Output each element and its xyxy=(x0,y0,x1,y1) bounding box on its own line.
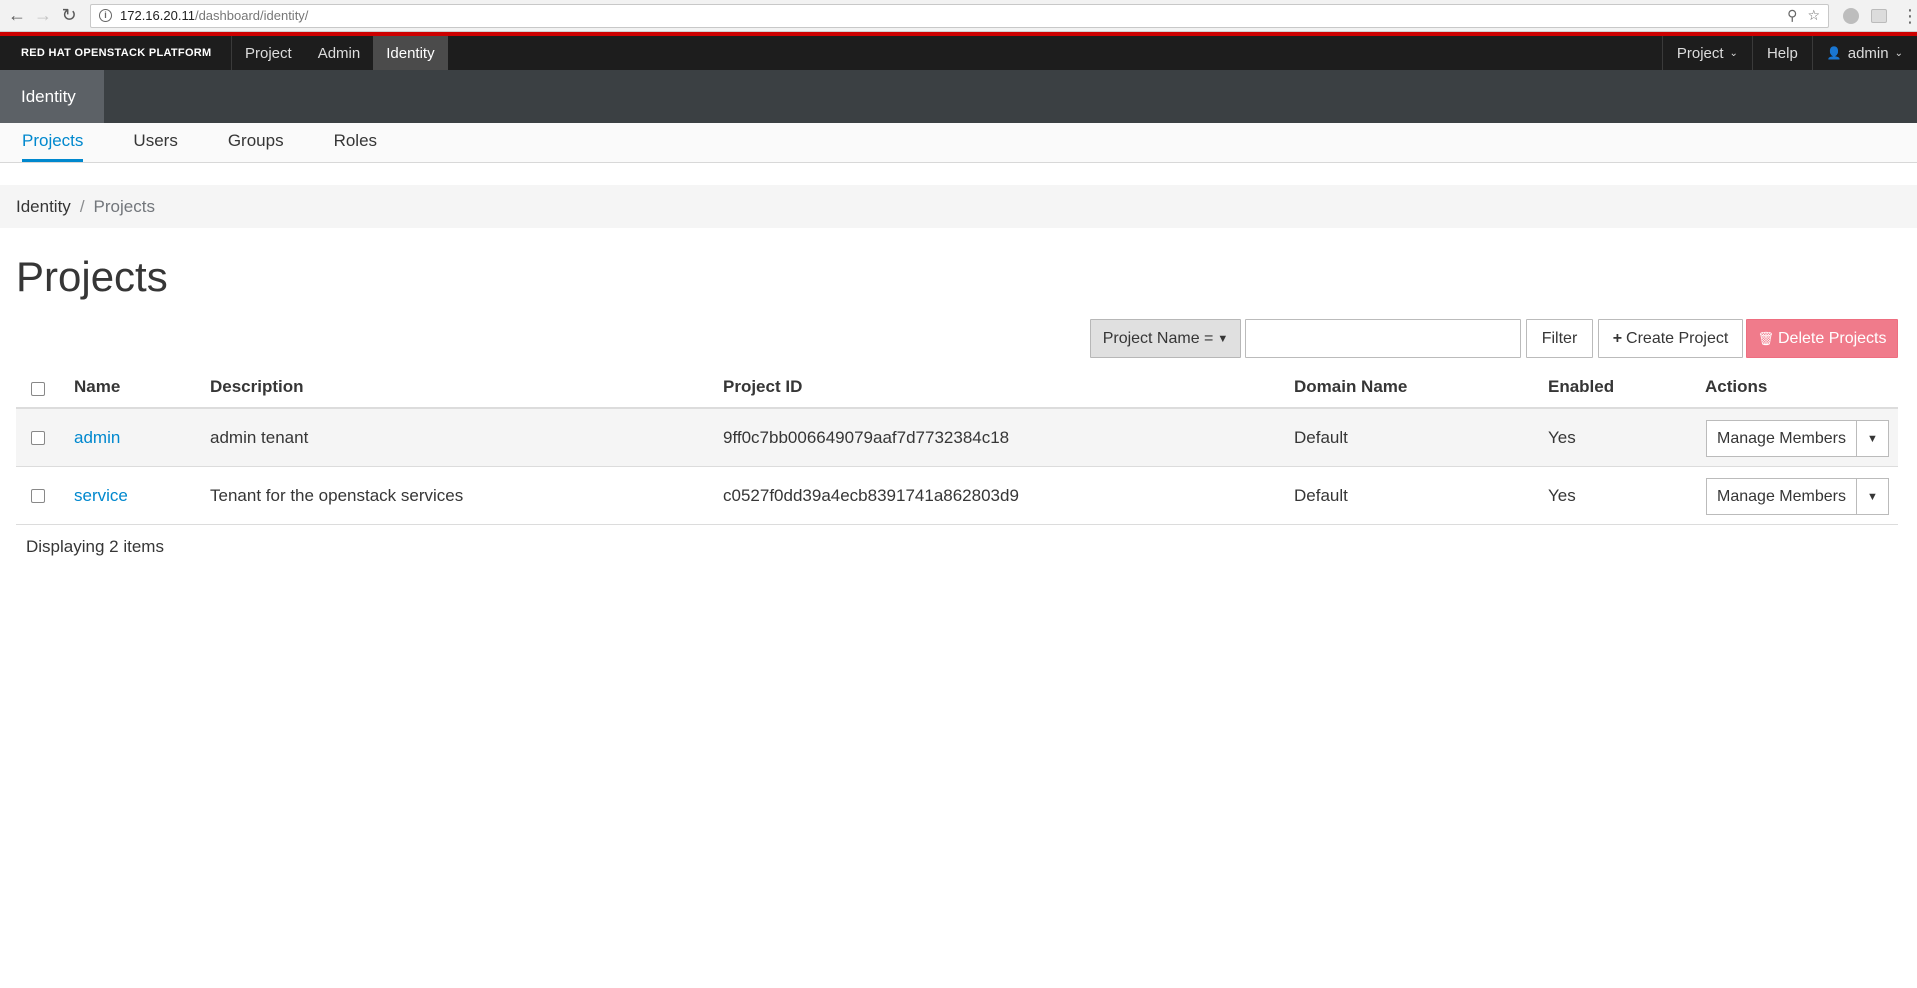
project-description: admin tenant xyxy=(210,428,309,447)
row-checkbox[interactable] xyxy=(31,489,45,503)
breadcrumb-separator: / xyxy=(79,196,85,216)
project-id: 9ff0c7bb006649079aaf7d7732384c18 xyxy=(723,428,1010,447)
delete-projects-label: Delete Projects xyxy=(1778,329,1887,347)
row-actions: Manage Members ▼ xyxy=(1706,420,1889,457)
reload-icon[interactable]: ↻ xyxy=(58,5,80,27)
top-navbar: RED HAT OPENSTACK PLATFORM Project Admin… xyxy=(0,32,1917,70)
trash-icon: 🗑 xyxy=(1757,330,1774,346)
column-header-description[interactable]: Description xyxy=(210,367,304,407)
secondary-tab-identity[interactable]: Identity xyxy=(0,70,104,123)
table-row: service Tenant for the openstack service… xyxy=(16,467,1898,525)
filter-field-select[interactable]: Project Name = ▼ xyxy=(1090,319,1241,358)
identity-tabs: Projects Users Groups Roles xyxy=(0,123,1917,163)
extension-icon[interactable] xyxy=(1871,8,1887,23)
zoom-icon[interactable]: ⚲ xyxy=(1787,7,1797,24)
projects-table: Name Description Project ID Domain Name … xyxy=(16,367,1898,525)
page-title: Projects xyxy=(16,253,168,300)
column-header-name[interactable]: Name xyxy=(74,367,120,407)
domain-name: Default xyxy=(1294,428,1348,447)
enabled-value: Yes xyxy=(1548,486,1576,505)
brand-logo[interactable]: RED HAT OPENSTACK PLATFORM xyxy=(0,36,232,70)
breadcrumb-current: Projects xyxy=(93,196,155,216)
actions-dropdown-toggle[interactable]: ▼ xyxy=(1857,478,1889,515)
browser-menu-icon[interactable]: ⋮ xyxy=(1901,7,1917,25)
info-icon[interactable]: i xyxy=(99,9,112,22)
project-id: c0527f0dd39a4ecb8391741a862803d9 xyxy=(723,486,1019,505)
chevron-down-icon: ⌄ xyxy=(1729,47,1738,59)
user-menu-label: admin xyxy=(1847,44,1889,62)
back-arrow-icon[interactable]: ← xyxy=(6,5,28,27)
filter-field-label: Project Name = xyxy=(1102,329,1214,347)
tab-roles[interactable]: Roles xyxy=(334,123,377,162)
enabled-value: Yes xyxy=(1548,428,1576,447)
chevron-down-icon: ⌄ xyxy=(1894,47,1903,59)
project-description: Tenant for the openstack services xyxy=(210,486,464,505)
column-header-project-id[interactable]: Project ID xyxy=(723,367,802,407)
column-header-domain-name[interactable]: Domain Name xyxy=(1294,367,1407,407)
browser-toolbar: ← → ↻ i 172.16.20.11 /dashboard/identity… xyxy=(0,0,1917,32)
tab-projects[interactable]: Projects xyxy=(22,123,84,162)
nav-admin[interactable]: Admin xyxy=(305,36,374,70)
select-all-checkbox[interactable] xyxy=(31,382,45,396)
caret-down-icon: ▼ xyxy=(1867,432,1878,445)
user-menu[interactable]: 👤 admin ⌄ xyxy=(1811,36,1917,70)
caret-down-icon: ▼ xyxy=(1217,332,1229,345)
manage-members-button[interactable]: Manage Members xyxy=(1706,478,1857,515)
url-host: 172.16.20.11 xyxy=(120,8,195,23)
project-menu[interactable]: Project ⌄ xyxy=(1661,36,1752,70)
table-header: Name Description Project ID Domain Name … xyxy=(16,367,1898,409)
breadcrumb: Identity / Projects xyxy=(0,185,1917,228)
actions-dropdown-toggle[interactable]: ▼ xyxy=(1857,420,1889,457)
caret-down-icon: ▼ xyxy=(1867,490,1878,503)
manage-members-button[interactable]: Manage Members xyxy=(1706,420,1857,457)
item-count: Displaying 2 items xyxy=(26,537,164,556)
url-path: /dashboard/identity/ xyxy=(194,8,309,23)
extension-icon[interactable] xyxy=(1843,7,1859,24)
row-checkbox[interactable] xyxy=(31,431,45,445)
delete-projects-button[interactable]: 🗑 Delete Projects xyxy=(1746,319,1898,358)
nav-project[interactable]: Project xyxy=(232,36,305,70)
filter-button[interactable]: Filter xyxy=(1526,319,1593,358)
table-row: admin admin tenant 9ff0c7bb006649079aaf7… xyxy=(16,409,1898,467)
user-icon: 👤 xyxy=(1826,46,1842,60)
secondary-navbar: Identity xyxy=(0,70,1917,123)
table-toolbar: Project Name = ▼ Filter + Create Project… xyxy=(0,319,1917,367)
plus-icon: + xyxy=(1612,329,1623,347)
breadcrumb-identity[interactable]: Identity xyxy=(16,197,71,217)
tab-groups[interactable]: Groups xyxy=(228,123,284,162)
nav-identity[interactable]: Identity xyxy=(373,36,448,70)
create-project-button[interactable]: + Create Project xyxy=(1598,319,1743,358)
column-header-actions: Actions xyxy=(1705,377,1768,396)
tab-users[interactable]: Users xyxy=(133,123,177,162)
domain-name: Default xyxy=(1294,486,1348,505)
project-menu-label: Project xyxy=(1676,44,1724,62)
project-name-link[interactable]: service xyxy=(74,467,128,525)
address-bar[interactable]: i 172.16.20.11 /dashboard/identity/ ⚲ ☆ xyxy=(90,3,1829,28)
forward-arrow-icon[interactable]: → xyxy=(32,5,54,27)
filter-input[interactable] xyxy=(1245,319,1521,358)
help-link[interactable]: Help xyxy=(1751,36,1812,70)
bookmark-star-icon[interactable]: ☆ xyxy=(1807,7,1820,24)
column-header-enabled[interactable]: Enabled xyxy=(1548,367,1614,407)
project-name-link[interactable]: admin xyxy=(74,409,120,467)
create-project-label: Create Project xyxy=(1626,329,1729,347)
row-actions: Manage Members ▼ xyxy=(1706,478,1889,515)
